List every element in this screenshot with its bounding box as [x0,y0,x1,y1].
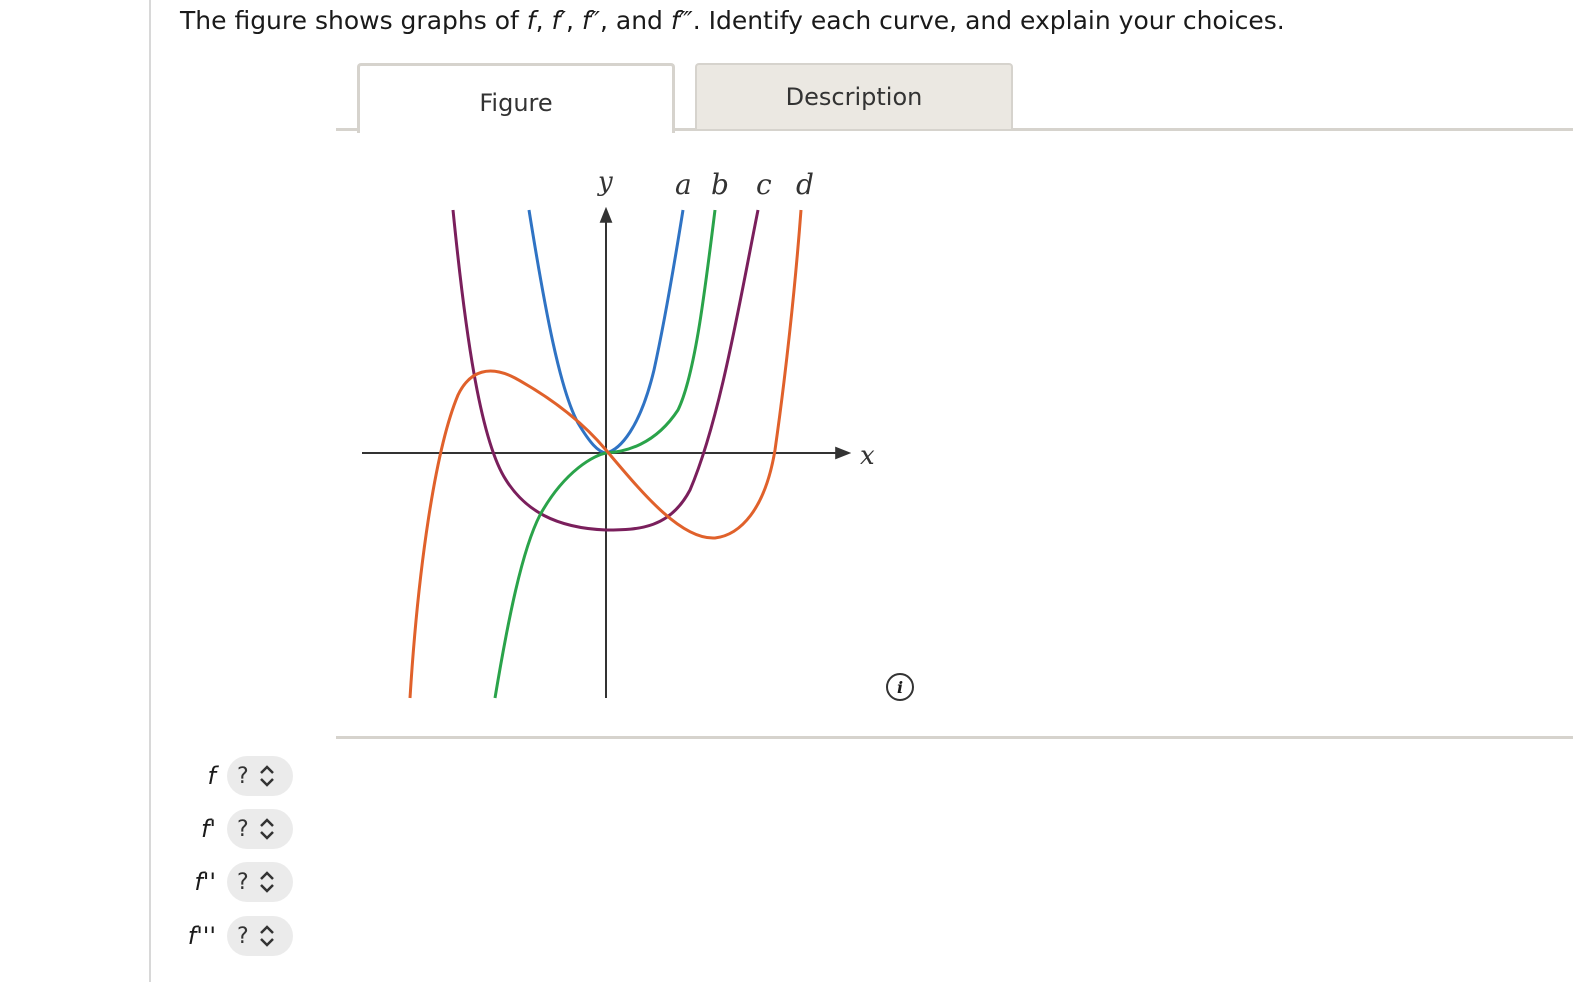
question-text: The figure shows graphs of f, f′, f″, an… [180,4,1285,38]
answer-row-f-prime: f' ? [150,809,310,851]
question-f-prime: f′ [551,6,566,35]
answer-select-f-double-prime[interactable]: ? [227,862,293,902]
question-f-triple-prime: f‴ [670,6,693,35]
question-sep: , [565,6,582,35]
answer-select-value: ? [237,923,249,949]
chevron-up-down-icon [259,871,274,893]
figure-bottom-divider [336,736,1573,739]
answer-row-f-triple-prime: f''' ? [150,916,310,958]
answer-select-f-prime[interactable]: ? [227,809,293,849]
answer-select-value: ? [237,816,249,842]
curve-label-a: a [675,168,692,201]
answer-select-f[interactable]: ? [227,756,293,796]
question-f: f [526,6,536,35]
answer-row-f: f ? [150,756,310,798]
answer-label-f: f [207,762,216,790]
answer-select-f-triple-prime[interactable]: ? [227,916,293,956]
curve-label-c: c [756,168,772,201]
answer-label-f-triple-prime: f''' [187,922,216,950]
curve-label-b: b [711,168,729,201]
answer-label-f-prime: f' [200,815,216,843]
chevron-up-down-icon [259,818,274,840]
answer-select-value: ? [237,763,249,789]
info-icon-glyph: i [896,677,904,697]
tab-figure-label: Figure [479,88,553,117]
question-suffix: . Identify each curve, and explain your … [692,6,1285,35]
tab-description[interactable]: Description [695,63,1013,129]
tab-figure[interactable]: Figure [357,63,675,133]
answer-select-value: ? [237,869,249,895]
question-f-double-prime: f″ [581,6,600,35]
function-graph: y x a b c d [362,167,875,699]
x-axis-label: x [860,441,875,471]
curve-label-d: d [796,168,814,201]
tab-description-label: Description [785,83,923,111]
chevron-up-down-icon [259,765,274,787]
chevron-up-down-icon [259,925,274,947]
info-icon[interactable]: i [886,673,914,701]
question-prefix: The figure shows graphs of [180,6,527,35]
y-axis-label: y [597,167,613,197]
question-sep: , and [600,6,671,35]
question-sep: , [535,6,552,35]
answer-row-f-double-prime: f'' ? [150,862,310,904]
answer-label-f-double-prime: f'' [194,868,216,896]
